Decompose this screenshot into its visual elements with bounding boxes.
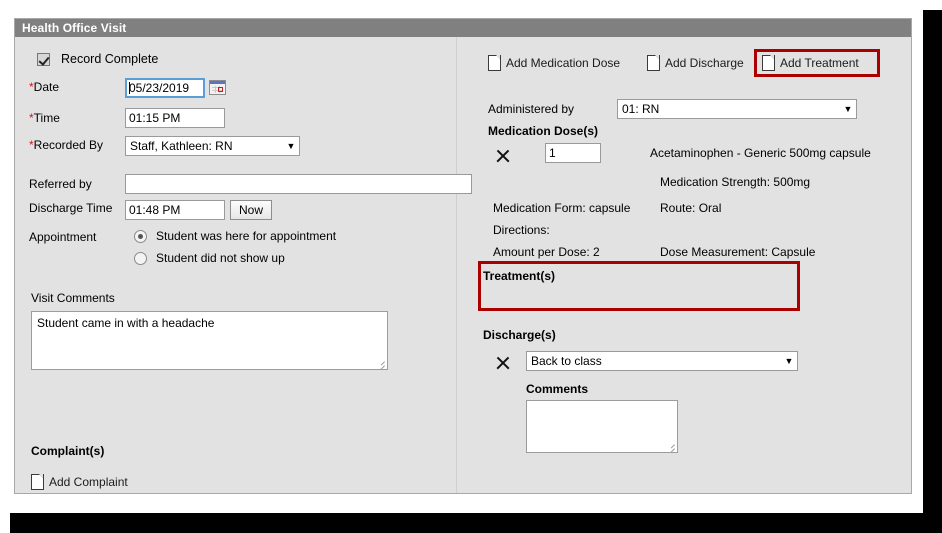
page-icon bbox=[762, 55, 775, 71]
complaints-section-title: Complaint(s) bbox=[31, 444, 105, 458]
delete-medication-dose-x-icon[interactable] bbox=[495, 148, 511, 164]
appointment-label: Appointment bbox=[29, 230, 97, 244]
recorded-by-label-text: Recorded By bbox=[33, 138, 104, 152]
medication-name: Acetaminophen - Generic 500mg capsule bbox=[650, 146, 871, 160]
chevron-down-icon: ▼ bbox=[286, 141, 296, 151]
medication-form: Medication Form: capsule bbox=[493, 201, 631, 215]
medication-strength: Medication Strength: 500mg bbox=[660, 175, 811, 189]
medication-route: Route: Oral bbox=[660, 201, 722, 215]
add-treatment-button[interactable]: Add Treatment bbox=[762, 55, 859, 71]
discharge-select[interactable]: Back to class ▼ bbox=[526, 351, 798, 371]
add-treatment-label: Add Treatment bbox=[780, 56, 859, 70]
date-label-text: Date bbox=[33, 80, 60, 94]
medication-dose-measurement: Dose Measurement: Capsule bbox=[660, 245, 816, 259]
time-label-text: Time bbox=[33, 111, 60, 125]
discharges-section-title: Discharge(s) bbox=[483, 328, 556, 342]
date-row: *Date bbox=[29, 80, 113, 94]
time-input[interactable]: 01:15 PM bbox=[125, 108, 225, 128]
treatments-section-title: Treatment(s) bbox=[483, 269, 556, 283]
page-icon bbox=[31, 474, 44, 490]
discharge-comments-label: Comments bbox=[526, 382, 589, 396]
visit-comments-textarea[interactable]: Student came in with a headache bbox=[31, 311, 388, 370]
add-complaint-label: Add Complaint bbox=[49, 475, 128, 489]
time-row: *Time bbox=[29, 111, 113, 125]
window-shadow-right bbox=[923, 8, 942, 533]
calendar-icon[interactable] bbox=[209, 80, 226, 95]
add-discharge-button[interactable]: Add Discharge bbox=[647, 55, 744, 71]
recorded-by-label: *Recorded By bbox=[29, 138, 104, 152]
discharge-time-input[interactable]: 01:48 PM bbox=[125, 200, 225, 220]
date-input[interactable]: 05/23/2019 bbox=[125, 78, 205, 98]
window-shadow-notch-bottom-left bbox=[0, 513, 10, 533]
appointment-option-here[interactable]: Student was here for appointment bbox=[134, 229, 336, 243]
radio-student-did-not-show[interactable] bbox=[134, 251, 147, 265]
appointment-option-no-show[interactable]: Student did not show up bbox=[134, 251, 285, 265]
referred-by-input[interactable] bbox=[125, 174, 472, 194]
medication-dose-quantity-input[interactable]: 1 bbox=[545, 143, 601, 163]
administered-by-select[interactable]: 01: RN ▼ bbox=[617, 99, 857, 119]
health-office-visit-panel: Health Office Visit Record Complete *Dat… bbox=[14, 18, 912, 494]
chevron-down-icon: ▼ bbox=[784, 356, 794, 366]
date-label: *Date bbox=[29, 80, 60, 94]
discharge-time-label: Discharge Time bbox=[29, 201, 113, 215]
visit-comments-label: Visit Comments bbox=[31, 291, 115, 305]
chevron-down-icon: ▼ bbox=[843, 104, 853, 114]
date-input-value: 05/23/2019 bbox=[129, 81, 190, 95]
discharge-value: Back to class bbox=[531, 354, 602, 368]
time-label: *Time bbox=[29, 111, 60, 125]
radio-student-was-here[interactable] bbox=[134, 229, 147, 243]
panel-body: Record Complete *Date 05/23/2019 *Time 0… bbox=[15, 37, 911, 493]
resize-grip-icon[interactable] bbox=[664, 439, 676, 452]
add-medication-dose-button[interactable]: Add Medication Dose bbox=[488, 55, 620, 71]
visit-comments-value: Student came in with a headache bbox=[37, 316, 215, 330]
recorded-by-select[interactable]: Staff, Kathleen: RN ▼ bbox=[125, 136, 300, 156]
record-complete-row: Record Complete bbox=[37, 52, 158, 66]
recorded-by-value: Staff, Kathleen: RN bbox=[130, 139, 233, 153]
resize-grip-icon[interactable] bbox=[374, 356, 386, 369]
medication-amount-per-dose: Amount per Dose: 2 bbox=[493, 245, 600, 259]
page-icon bbox=[647, 55, 660, 71]
record-complete-checkbox[interactable] bbox=[37, 52, 50, 66]
record-complete-label: Record Complete bbox=[61, 52, 159, 66]
medication-directions: Directions: bbox=[493, 223, 550, 237]
visit-details-column: Record Complete *Date 05/23/2019 *Time 0… bbox=[15, 37, 472, 493]
appointment-option-no-show-label: Student did not show up bbox=[156, 251, 285, 265]
administered-by-value: 01: RN bbox=[622, 102, 660, 116]
discharge-time-now-button[interactable]: Now bbox=[230, 200, 273, 220]
administered-by-label: Administered by bbox=[488, 102, 575, 116]
medication-treatment-column: Add Medication Dose Add Discharge Add Tr… bbox=[457, 37, 913, 493]
referred-by-label: Referred by bbox=[29, 177, 92, 191]
discharge-comments-textarea[interactable] bbox=[526, 400, 678, 453]
delete-discharge-x-icon[interactable] bbox=[495, 355, 511, 371]
window-shadow-bottom bbox=[8, 513, 942, 533]
add-complaint-button[interactable]: Add Complaint bbox=[31, 474, 128, 490]
appointment-option-here-label: Student was here for appointment bbox=[156, 229, 337, 243]
add-medication-dose-label: Add Medication Dose bbox=[506, 56, 621, 70]
medication-doses-section-title: Medication Dose(s) bbox=[488, 124, 599, 138]
page-icon bbox=[488, 55, 501, 71]
add-discharge-label: Add Discharge bbox=[665, 56, 744, 70]
panel-title: Health Office Visit bbox=[15, 19, 911, 37]
screenshot-root: Health Office Visit Record Complete *Dat… bbox=[0, 0, 942, 533]
window-shadow-notch-top-right bbox=[923, 0, 942, 10]
